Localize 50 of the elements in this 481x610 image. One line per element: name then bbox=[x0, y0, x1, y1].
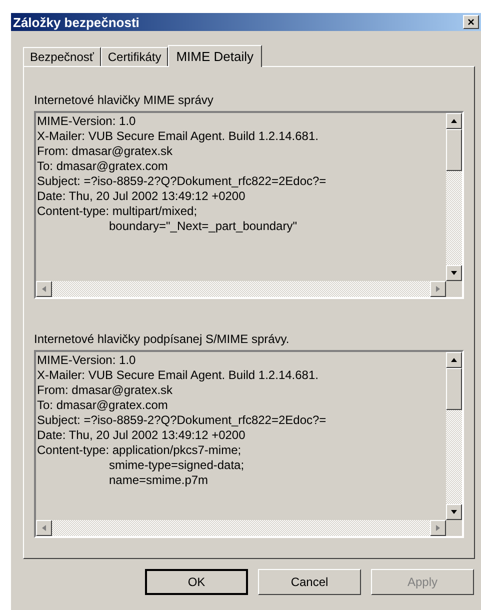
close-button[interactable]: × bbox=[463, 15, 479, 29]
down-arrow-icon bbox=[450, 270, 458, 276]
header-line: Date: Thu, 20 Jul 2002 13:49:12 +0200 bbox=[37, 189, 246, 204]
scroll-thumb[interactable] bbox=[446, 129, 462, 171]
section-label: Internetové hlavičky MIME správy bbox=[34, 93, 214, 108]
scroll-up-button[interactable] bbox=[446, 113, 462, 129]
header-line: MIME-Version: 1.0 bbox=[37, 114, 136, 129]
up-arrow-icon bbox=[450, 118, 458, 124]
header-line: X-Mailer: VUB Secure Email Agent. Build 1.2.14.681. bbox=[37, 368, 318, 383]
left-arrow-icon bbox=[41, 524, 47, 532]
scroll-left-button[interactable] bbox=[36, 520, 52, 536]
header-line: From: dmasar@gratex.sk bbox=[37, 144, 173, 159]
header-line: Date: Thu, 20 Jul 2002 13:49:12 +0200 bbox=[37, 428, 246, 443]
header-line: Subject: =?iso-8859-2?Q?Dokument_rfc822=2Edoc?= bbox=[37, 174, 326, 189]
header-line: Content-type: multipart/mixed; bbox=[37, 204, 198, 219]
scroll-right-button[interactable] bbox=[430, 520, 446, 536]
right-arrow-icon bbox=[435, 285, 441, 293]
header-line: name=smime.p7m bbox=[109, 473, 208, 488]
left-arrow-icon bbox=[41, 285, 47, 293]
header-line: boundary="_Next=_part_boundary" bbox=[109, 219, 297, 234]
header-line: X-Mailer: VUB Secure Email Agent. Build 1.2.14.681. bbox=[37, 129, 318, 144]
tab[interactable]: Certifikáty bbox=[100, 47, 168, 66]
header-line: From: dmasar@gratex.sk bbox=[37, 383, 173, 398]
scroll-down-button[interactable] bbox=[446, 265, 462, 281]
header-text-box[interactable] bbox=[34, 350, 464, 538]
dialog-button[interactable]: Cancel bbox=[258, 569, 361, 595]
header-line: To: dmasar@gratex.com bbox=[37, 159, 168, 174]
horizontal-scrollbar[interactable] bbox=[36, 520, 446, 536]
scroll-up-button[interactable] bbox=[446, 352, 462, 368]
horizontal-scrollbar[interactable] bbox=[36, 281, 446, 297]
tab[interactable]: Bezpečnosť bbox=[23, 47, 101, 66]
scroll-right-button[interactable] bbox=[430, 281, 446, 297]
header-line: smime-type=signed-data; bbox=[109, 458, 244, 473]
tab[interactable]: MIME Detaily bbox=[168, 45, 262, 67]
section-label: Internetové hlavičky podpísanej S/MIME správy. bbox=[34, 332, 290, 347]
header-line: To: dmasar@gratex.com bbox=[37, 398, 168, 413]
window-title: Záložky bezpečnosti bbox=[13, 16, 140, 28]
header-text-box[interactable] bbox=[34, 111, 464, 299]
scroll-down-button[interactable] bbox=[446, 504, 462, 520]
right-arrow-icon bbox=[435, 524, 441, 532]
vertical-scrollbar[interactable] bbox=[446, 113, 462, 281]
scroll-left-button[interactable] bbox=[36, 281, 52, 297]
dialog-button[interactable]: OK bbox=[145, 569, 248, 595]
header-line: Content-type: application/pkcs7-mime; bbox=[37, 443, 242, 458]
scroll-thumb[interactable] bbox=[446, 368, 462, 410]
header-line: MIME-Version: 1.0 bbox=[37, 353, 136, 368]
header-line: Subject: =?iso-8859-2?Q?Dokument_rfc822=2Edoc?= bbox=[37, 413, 326, 428]
up-arrow-icon bbox=[450, 357, 458, 363]
down-arrow-icon bbox=[450, 509, 458, 515]
vertical-scrollbar[interactable] bbox=[446, 352, 462, 520]
